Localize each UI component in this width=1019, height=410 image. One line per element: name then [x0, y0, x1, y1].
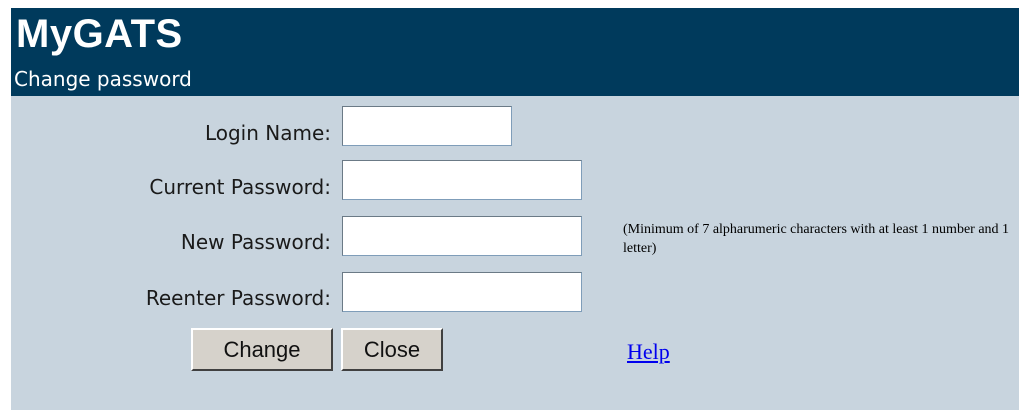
page-subtitle: Change password: [14, 67, 192, 91]
current-password-input[interactable]: [342, 160, 582, 200]
new-password-label: New Password:: [180, 230, 331, 254]
login-name-label: Login Name:: [204, 121, 331, 145]
reenter-password-input[interactable]: [342, 272, 582, 312]
reenter-password-label: Reenter Password:: [145, 286, 331, 310]
password-requirements-hint: (Minimum of 7 alpharumeric characters wi…: [623, 222, 1010, 256]
change-password-window: MyGATS Change password Login Name: Curre…: [11, 8, 1019, 410]
change-button[interactable]: Change: [191, 328, 333, 371]
header-bar: MyGATS Change password: [11, 8, 1019, 96]
new-password-input[interactable]: [342, 216, 582, 256]
help-link[interactable]: Help: [627, 339, 670, 365]
current-password-label: Current Password:: [149, 175, 331, 199]
login-name-input[interactable]: [342, 106, 512, 146]
app-title: MyGATS: [16, 12, 183, 56]
close-button[interactable]: Close: [341, 328, 443, 371]
